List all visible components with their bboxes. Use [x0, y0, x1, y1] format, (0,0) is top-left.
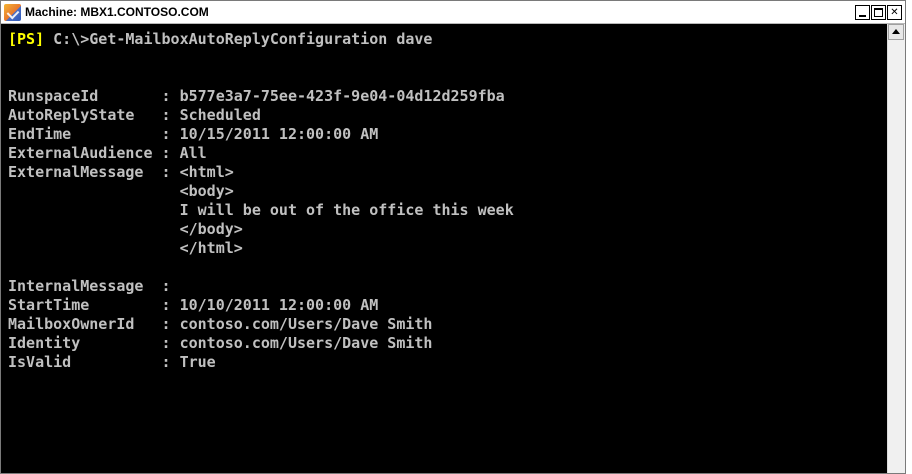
output-line: MailboxOwnerId : contoso.com/Users/Dave … [8, 315, 433, 333]
maximize-button[interactable] [871, 4, 886, 20]
output-line: StartTime : 10/10/2011 12:00:00 AM [8, 296, 379, 314]
scroll-up-arrow-icon[interactable] [888, 24, 904, 40]
output-line: </body> [8, 220, 243, 238]
output-line: RunspaceId : b577e3a7-75ee-423f-9e04-04d… [8, 87, 505, 105]
output-line: </html> [8, 239, 243, 257]
output-line: I will be out of the office this week [8, 201, 514, 219]
console-lines: [PS] C:\>Get-MailboxAutoReplyConfigurati… [1, 24, 888, 372]
minimize-button[interactable] [855, 4, 870, 20]
title-bar[interactable]: Machine: MBX1.CONTOSO.COM [1, 1, 905, 24]
command-text: C:\>Get-MailboxAutoReplyConfiguration da… [44, 30, 433, 48]
powershell-window: Machine: MBX1.CONTOSO.COM [PS] C:\>Get-M… [0, 0, 906, 474]
window-controls [855, 4, 902, 20]
output-line: AutoReplyState : Scheduled [8, 106, 261, 124]
output-line: IsValid : True [8, 353, 216, 371]
close-button[interactable] [887, 4, 902, 20]
powershell-app-icon[interactable] [4, 3, 21, 21]
output-line: Identity : contoso.com/Users/Dave Smith [8, 334, 433, 352]
output-line: ExternalMessage : <html> [8, 163, 234, 181]
output-line: InternalMessage : [8, 277, 171, 295]
window-title: Machine: MBX1.CONTOSO.COM [25, 5, 209, 19]
prompt-tag: [PS] [8, 30, 45, 48]
console-output[interactable]: [PS] C:\>Get-MailboxAutoReplyConfigurati… [1, 24, 888, 473]
output-line: ExternalAudience : All [8, 144, 207, 162]
output-line: EndTime : 10/15/2011 12:00:00 AM [8, 125, 379, 143]
command-line: [PS] C:\>Get-MailboxAutoReplyConfigurati… [8, 30, 888, 49]
output-line: <body> [8, 182, 234, 200]
vertical-scrollbar[interactable] [887, 24, 905, 473]
